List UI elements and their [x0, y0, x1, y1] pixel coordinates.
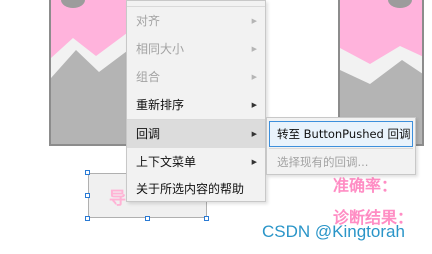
accuracy-label: 准确率： [333, 176, 398, 195]
menu-item-same-size[interactable]: 相同大小 ▶ [127, 35, 265, 63]
resize-handle-br[interactable] [204, 216, 209, 221]
submenu-arrow-icon: ▶ [251, 158, 257, 166]
menu-item-help-on-selection[interactable]: 关于所选内容的帮助 [127, 175, 265, 203]
submenu-arrow-icon: ▶ [251, 101, 257, 109]
menu-item-group[interactable]: 组合 ▶ [127, 63, 265, 91]
resize-handle-ml[interactable] [85, 193, 90, 198]
menu-item-label: 回调 [136, 127, 161, 141]
menu-item-reorder[interactable]: 重新排序 ▶ [127, 91, 265, 119]
submenu-item-label: 选择现有的回调... [277, 155, 369, 169]
menu-item-context-menu[interactable]: 上下文菜单 ▶ [127, 148, 265, 176]
submenu-item-goto-buttonpushed-callback[interactable]: 转至 ButtonPushed 回调 [269, 121, 413, 147]
submenu-arrow-icon: ▶ [251, 45, 257, 53]
submenu-arrow-icon: ▶ [251, 73, 257, 81]
menu-item-label: 对齐 [136, 14, 161, 28]
callback-submenu: 转至 ButtonPushed 回调 选择现有的回调... [266, 117, 416, 175]
submenu-arrow-icon: ▶ [251, 130, 257, 138]
resize-handle-tl[interactable] [85, 170, 90, 175]
watermark-text: CSDN @Kingtorah [262, 222, 405, 241]
submenu-item-select-existing-callback[interactable]: 选择现有的回调... [269, 149, 413, 175]
menu-item-callbacks[interactable]: 回调 ▶ [127, 120, 265, 148]
menu-item-label: 重新排序 [136, 98, 185, 112]
resize-handle-bm[interactable] [145, 216, 150, 221]
submenu-item-label: 转至 ButtonPushed 回调 [277, 127, 411, 141]
resize-handle-bl[interactable] [85, 216, 90, 221]
button-label: 导 [109, 189, 126, 209]
menu-item-label: 组合 [136, 70, 161, 84]
context-menu: 对齐 ▶ 相同大小 ▶ 组合 ▶ 重新排序 ▶ 回调 ▶ 上下文菜单 ▶ 关于所… [126, 0, 266, 202]
menu-item-align[interactable]: 对齐 ▶ [127, 7, 265, 35]
menu-item-label: 关于所选内容的帮助 [136, 182, 245, 196]
menu-item-label: 上下文菜单 [136, 155, 197, 169]
submenu-arrow-icon: ▶ [251, 17, 257, 25]
image-axes-left[interactable] [49, 0, 129, 146]
mountain-image-left [51, 0, 127, 144]
menu-item-label: 相同大小 [136, 42, 185, 56]
